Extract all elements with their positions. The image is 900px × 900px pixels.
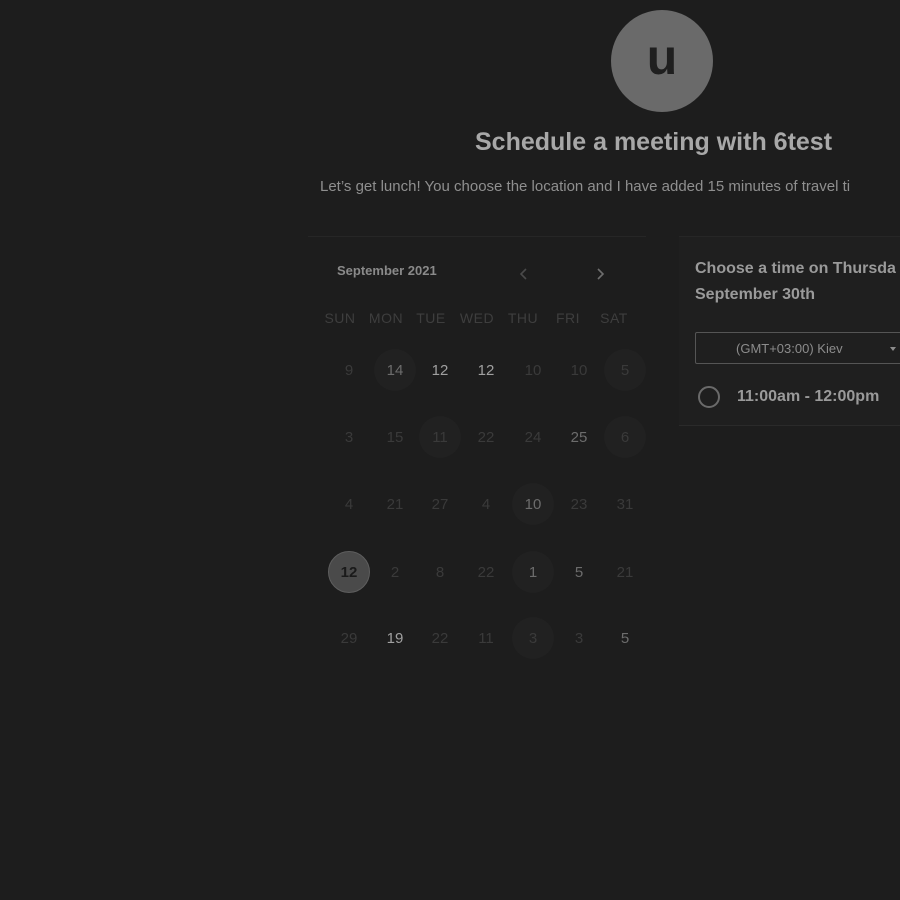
calendar-day[interactable]: 19 [374,617,416,659]
calendar-day: 21 [386,495,404,513]
calendar-day: 21 [616,563,634,581]
next-month-button[interactable] [590,264,610,284]
calendar-day: 15 [386,428,404,446]
calendar-day: 4 [481,495,491,513]
calendar-day: 11 [478,629,494,647]
previous-month-button[interactable] [514,264,534,284]
calendar-day[interactable]: 25 [558,416,600,458]
scheduling-page: u Schedule a meeting with 6test Let’s ge… [0,0,900,900]
weekday-wed: WED [459,310,495,326]
calendar-day[interactable]: 5 [558,551,600,593]
avatar-letter: u [646,29,678,85]
calendar-day: 2 [390,563,400,581]
avatar: u [611,10,713,112]
weekday-thu: THU [507,310,539,326]
calendar-day: 22 [477,563,495,581]
calendar-day[interactable]: 10 [512,483,554,525]
weekday-mon: MON [368,310,404,326]
calendar-day: 22 [431,629,449,647]
calendar-day: 3 [344,428,354,446]
calendar-day: 3 [574,629,584,647]
calendar-day[interactable]: 6 [604,416,646,458]
time-picker-title: Choose a time on Thursda September 30th [695,260,896,303]
calendar-day: 10 [570,361,588,379]
weekday-fri: FRI [555,310,581,326]
calendar-day[interactable]: 3 [512,617,554,659]
time-slot-option[interactable]: 11:00am - 12:00pm [698,384,879,410]
calendar-day[interactable]: 12 [419,349,461,391]
calendar-divider [308,236,646,237]
weekday-tue: TUE [416,310,446,326]
page-description: Let’s get lunch! You choose the location… [320,178,851,195]
calendar-day: 31 [616,495,634,513]
chevron-right-icon [597,268,605,280]
calendar-day: 27 [431,495,449,513]
calendar-day: 8 [435,563,445,581]
calendar-day[interactable]: 14 [374,349,416,391]
calendar-day: 22 [477,428,495,446]
timezone-select[interactable]: (GMT+03:00) Kiev [695,332,900,364]
page-title: Schedule a meeting with 6test [475,128,833,156]
calendar-day[interactable]: 12 [465,349,507,391]
time-slot-label: 11:00am - 12:00pm [737,388,880,405]
calendar-day: 24 [524,428,542,446]
weekday-sat: SAT [600,310,628,326]
calendar-day: 29 [340,629,358,647]
calendar-month-label: September 2021 [337,263,437,278]
calendar-day[interactable]: 5 [604,349,646,391]
chevron-left-icon [519,268,527,280]
calendar-day[interactable]: 5 [604,617,646,659]
calendar-day: 23 [570,495,588,513]
calendar-day[interactable]: 1 [512,551,554,593]
weekday-sun: SUN [324,310,356,326]
calendar-day[interactable]: 11 [419,416,461,458]
caret-down-icon [890,347,896,351]
calendar-day: 4 [344,495,354,513]
calendar-day: 10 [524,361,542,379]
calendar-day-selected[interactable]: 12 [328,551,370,593]
calendar-day: 9 [344,361,354,379]
timezone-value: (GMT+03:00) Kiev [736,341,843,356]
radio-button[interactable] [698,386,720,408]
